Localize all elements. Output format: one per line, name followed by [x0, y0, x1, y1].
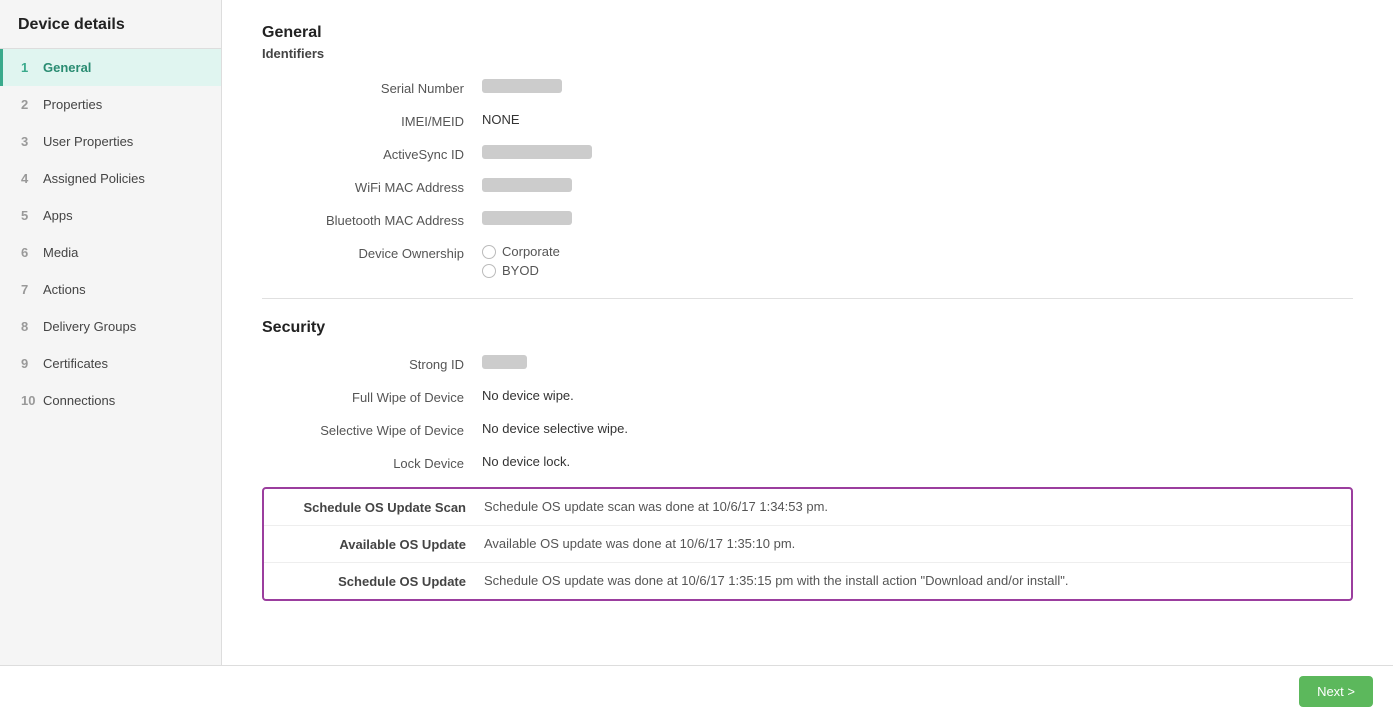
- sidebar-item-label: Apps: [43, 208, 73, 223]
- field-value: [482, 211, 572, 225]
- sidebar-item-general[interactable]: 1 General: [0, 49, 221, 86]
- blurred-value: [482, 145, 592, 159]
- field-value: [482, 145, 592, 159]
- sidebar-item-num: 9: [21, 356, 37, 371]
- sidebar-title: Device details: [0, 0, 221, 49]
- section-divider: [262, 298, 1353, 299]
- sidebar-item-label: General: [43, 60, 91, 75]
- sidebar-item-user-properties[interactable]: 3 User Properties: [0, 123, 221, 160]
- field-value: [482, 79, 562, 93]
- highlight-value: Available OS update was done at 10/6/17 …: [484, 536, 1351, 551]
- field-value: No device lock.: [482, 454, 570, 469]
- sidebar-item-num: 7: [21, 282, 37, 297]
- security-section-title: Security: [262, 319, 1353, 337]
- field-value: [482, 355, 527, 369]
- highlight-row: Schedule OS Update ScanSchedule OS updat…: [264, 489, 1351, 526]
- text-value: NONE: [482, 112, 520, 127]
- field-row: Selective Wipe of DeviceNo device select…: [262, 421, 1353, 438]
- radio-corporate[interactable]: Corporate: [482, 244, 560, 259]
- blurred-value: [482, 355, 527, 369]
- field-value: No device selective wipe.: [482, 421, 628, 436]
- blurred-value: [482, 211, 572, 225]
- footer: Next >: [0, 665, 1393, 717]
- sidebar-item-label: Media: [43, 245, 78, 260]
- main-content: General Identifiers Serial Number IMEI/ME…: [222, 0, 1393, 665]
- general-section-title: General: [262, 24, 1353, 42]
- radio-circle-byod: [482, 264, 496, 278]
- sidebar-item-label: User Properties: [43, 134, 133, 149]
- field-row: Strong ID: [262, 355, 1353, 372]
- field-row: ActiveSync ID: [262, 145, 1353, 162]
- sidebar-item-label: Assigned Policies: [43, 171, 145, 186]
- field-row: WiFi MAC Address: [262, 178, 1353, 195]
- sidebar-item-properties[interactable]: 2 Properties: [0, 86, 221, 123]
- highlight-row: Schedule OS UpdateSchedule OS update was…: [264, 563, 1351, 599]
- highlight-row: Available OS UpdateAvailable OS update w…: [264, 526, 1351, 563]
- sidebar-item-label: Delivery Groups: [43, 319, 136, 334]
- radio-label-byod: BYOD: [502, 263, 539, 278]
- device-ownership-row: Device Ownership Corporate BYOD: [262, 244, 1353, 278]
- highlight-box: Schedule OS Update ScanSchedule OS updat…: [262, 487, 1353, 601]
- sidebar-item-num: 3: [21, 134, 37, 149]
- text-value: No device lock.: [482, 454, 570, 469]
- field-label: Selective Wipe of Device: [262, 421, 482, 438]
- sidebar-item-label: Properties: [43, 97, 102, 112]
- sidebar-item-num: 6: [21, 245, 37, 260]
- field-row: Bluetooth MAC Address: [262, 211, 1353, 228]
- blurred-value: [482, 79, 562, 93]
- highlight-label: Schedule OS Update Scan: [264, 499, 484, 515]
- radio-group: Corporate BYOD: [482, 244, 560, 278]
- sidebar-item-apps[interactable]: 5 Apps: [0, 197, 221, 234]
- sidebar: Device details 1 General 2 Properties 3 User …: [0, 0, 222, 665]
- highlight-value: Schedule OS update was done at 10/6/17 1…: [484, 573, 1351, 588]
- field-row: Lock DeviceNo device lock.: [262, 454, 1353, 471]
- next-button[interactable]: Next >: [1299, 676, 1373, 707]
- sidebar-item-num: 5: [21, 208, 37, 223]
- sidebar-item-num: 10: [21, 393, 37, 408]
- field-value: NONE: [482, 112, 520, 127]
- sidebar-item-actions[interactable]: 7 Actions: [0, 271, 221, 308]
- sidebar-item-delivery-groups[interactable]: 8 Delivery Groups: [0, 308, 221, 345]
- field-label: Bluetooth MAC Address: [262, 211, 482, 228]
- radio-label-corporate: Corporate: [502, 244, 560, 259]
- sidebar-item-label: Actions: [43, 282, 86, 297]
- device-ownership-value: Corporate BYOD: [482, 244, 560, 278]
- sidebar-item-assigned-policies[interactable]: 4 Assigned Policies: [0, 160, 221, 197]
- field-label: Serial Number: [262, 79, 482, 96]
- highlight-value: Schedule OS update scan was done at 10/6…: [484, 499, 1351, 514]
- sidebar-item-certificates[interactable]: 9 Certificates: [0, 345, 221, 382]
- field-row: Serial Number: [262, 79, 1353, 96]
- sidebar-item-connections[interactable]: 10 Connections: [0, 382, 221, 419]
- field-label: WiFi MAC Address: [262, 178, 482, 195]
- sidebar-item-media[interactable]: 6 Media: [0, 234, 221, 271]
- field-value: No device wipe.: [482, 388, 574, 403]
- radio-byod[interactable]: BYOD: [482, 263, 560, 278]
- text-value: No device selective wipe.: [482, 421, 628, 436]
- identifiers-subtitle: Identifiers: [262, 46, 1353, 61]
- field-label: IMEI/MEID: [262, 112, 482, 129]
- field-row: Full Wipe of DeviceNo device wipe.: [262, 388, 1353, 405]
- blurred-value: [482, 178, 572, 192]
- field-label: Strong ID: [262, 355, 482, 372]
- sidebar-item-label: Connections: [43, 393, 115, 408]
- device-ownership-label: Device Ownership: [262, 244, 482, 261]
- radio-circle-corporate: [482, 245, 496, 259]
- field-label: Lock Device: [262, 454, 482, 471]
- sidebar-item-num: 4: [21, 171, 37, 186]
- highlight-label: Available OS Update: [264, 536, 484, 552]
- sidebar-item-num: 1: [21, 60, 37, 75]
- sidebar-item-num: 2: [21, 97, 37, 112]
- field-row: IMEI/MEIDNONE: [262, 112, 1353, 129]
- text-value: No device wipe.: [482, 388, 574, 403]
- field-value: [482, 178, 572, 192]
- sidebar-item-num: 8: [21, 319, 37, 334]
- field-label: Full Wipe of Device: [262, 388, 482, 405]
- field-label: ActiveSync ID: [262, 145, 482, 162]
- sidebar-item-label: Certificates: [43, 356, 108, 371]
- highlight-label: Schedule OS Update: [264, 573, 484, 589]
